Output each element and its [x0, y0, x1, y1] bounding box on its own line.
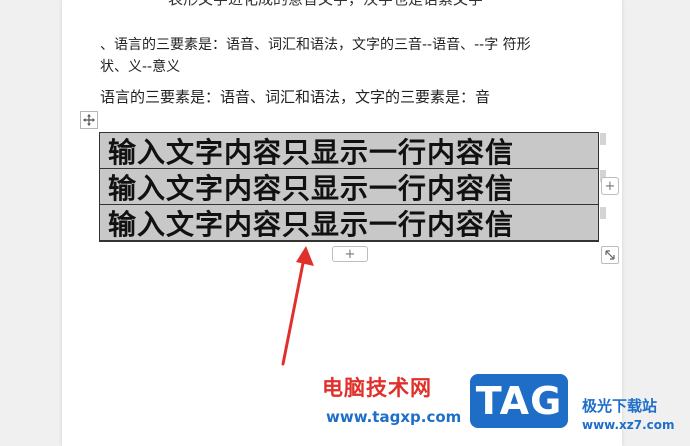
document-paragraph-1-continued: 状、义--意义 [100, 59, 181, 75]
watermark-site-name: 电脑技术网 [322, 376, 432, 400]
table-row[interactable]: 输入文字内容只显示一行内容信 [100, 169, 598, 205]
document-text-top: 表形文字进化成的意音文字，汉字也是语素文字 [168, 0, 483, 9]
document-paragraph-1: 、语言的三要素是：语音、词汇和语法，文字的三音--语音、--字 符形 [100, 37, 531, 53]
watermark-side-name: 极光下载站 [582, 397, 658, 415]
row-resize-tab[interactable] [600, 133, 606, 145]
add-column-button[interactable]: + [601, 177, 619, 195]
add-row-button[interactable]: + [332, 246, 368, 262]
table-cell-text[interactable]: 输入文字内容只显示一行内容信 [108, 133, 514, 169]
row-resize-tab[interactable] [600, 207, 606, 219]
tag-logo: TAG [470, 374, 568, 428]
plus-icon: + [604, 178, 616, 194]
resize-diagonal-icon [605, 250, 615, 260]
table-row[interactable]: 输入文字内容只显示一行内容信 [100, 205, 598, 241]
plus-icon: + [344, 246, 356, 262]
table-cell-text[interactable]: 输入文字内容只显示一行内容信 [108, 169, 514, 205]
document-paragraph-2: 语言的三要素是：语音、词汇和语法，文字的三要素是：音 [100, 88, 491, 106]
table-cell-text[interactable]: 输入文字内容只显示一行内容信 [108, 205, 514, 241]
table-row[interactable]: 输入文字内容只显示一行内容信 [100, 133, 598, 169]
table-move-handle[interactable] [80, 111, 98, 129]
red-arrow-annotation [281, 246, 314, 366]
move-icon [83, 114, 95, 126]
watermark-url: www.tagxp.com [326, 408, 462, 426]
table-resize-handle[interactable] [601, 246, 619, 264]
watermark-side-url: www.xz7.com [582, 418, 675, 432]
tag-logo-text: TAG [475, 379, 563, 423]
document-table[interactable]: 输入文字内容只显示一行内容信 输入文字内容只显示一行内容信 输入文字内容只显示一… [99, 132, 606, 242]
